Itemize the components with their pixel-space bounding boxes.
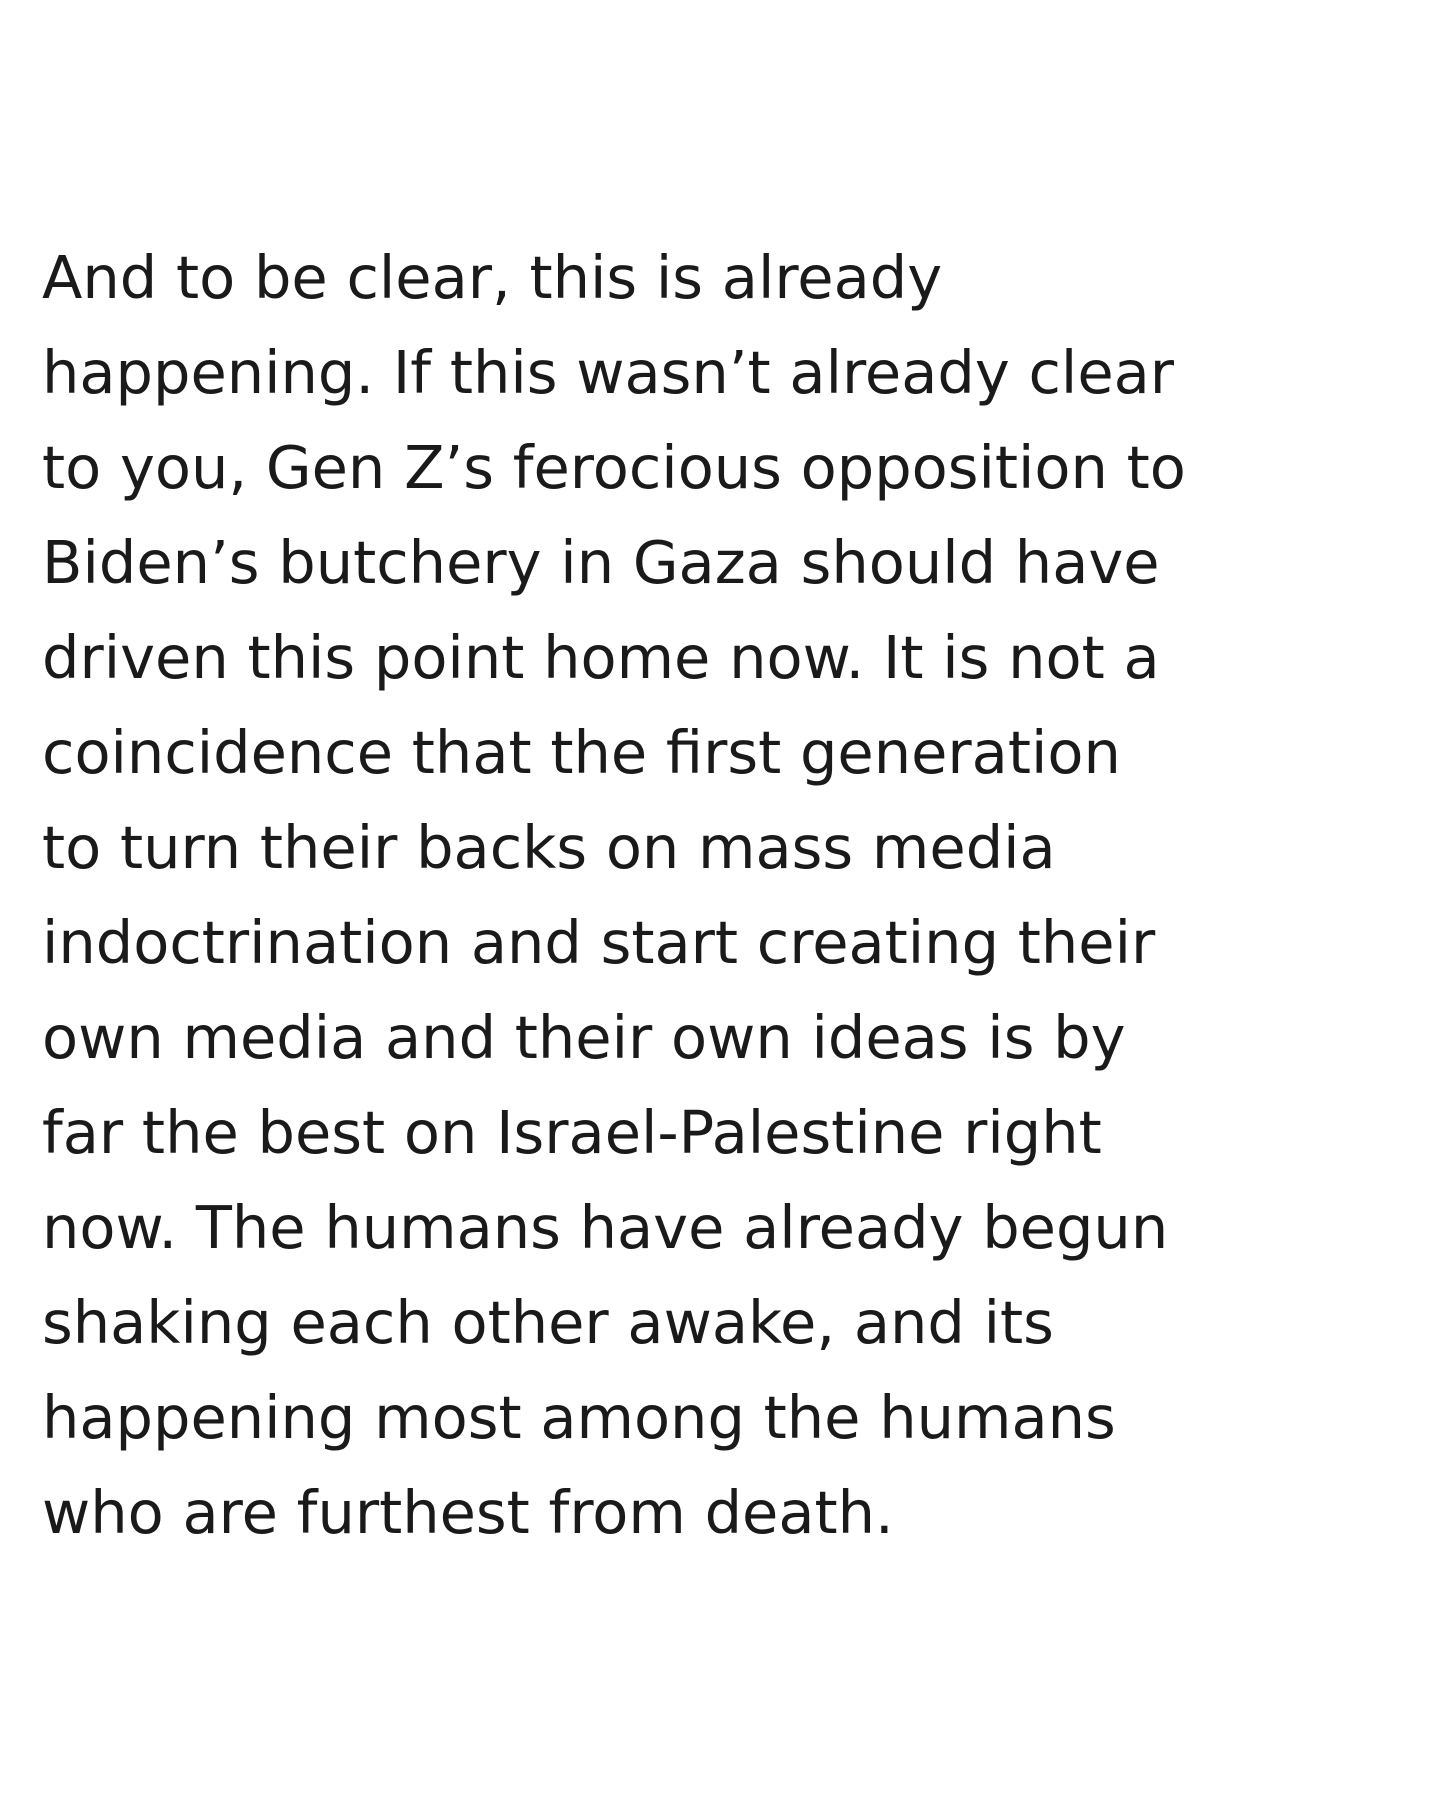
post-text-line: far the best on Israel-Palestine right (42, 1098, 1102, 1167)
post-text-line: And to be clear, this is already (42, 243, 943, 312)
post-screenshot: And to be clear, this is already happeni… (0, 0, 1440, 1800)
post-text-line: Biden’s butchery in Gaza should have (42, 528, 1160, 597)
post-text-line: now. The humans have already begun (42, 1193, 1169, 1262)
post-text-line: to you, Gen Z’s ferocious opposition to (42, 433, 1186, 502)
post-text-line: happening most among the humans (42, 1383, 1116, 1452)
post-text-line: shaking each other awake, and its (42, 1288, 1054, 1357)
post-body-text: And to be clear, this is already happeni… (42, 230, 1402, 1560)
post-text-line: coincidence that the first generation (42, 718, 1121, 787)
post-text-line: who are furthest from death. (42, 1478, 894, 1547)
post-text-line: happening. If this wasn’t already clear (42, 338, 1175, 407)
post-text-line: indoctrination and start creating their (42, 908, 1156, 977)
post-text-line: own media and their own ideas is by (42, 1003, 1126, 1072)
post-text-line: driven this point home now. It is not a (42, 623, 1160, 692)
post-text-line: to turn their backs on mass media (42, 813, 1056, 882)
